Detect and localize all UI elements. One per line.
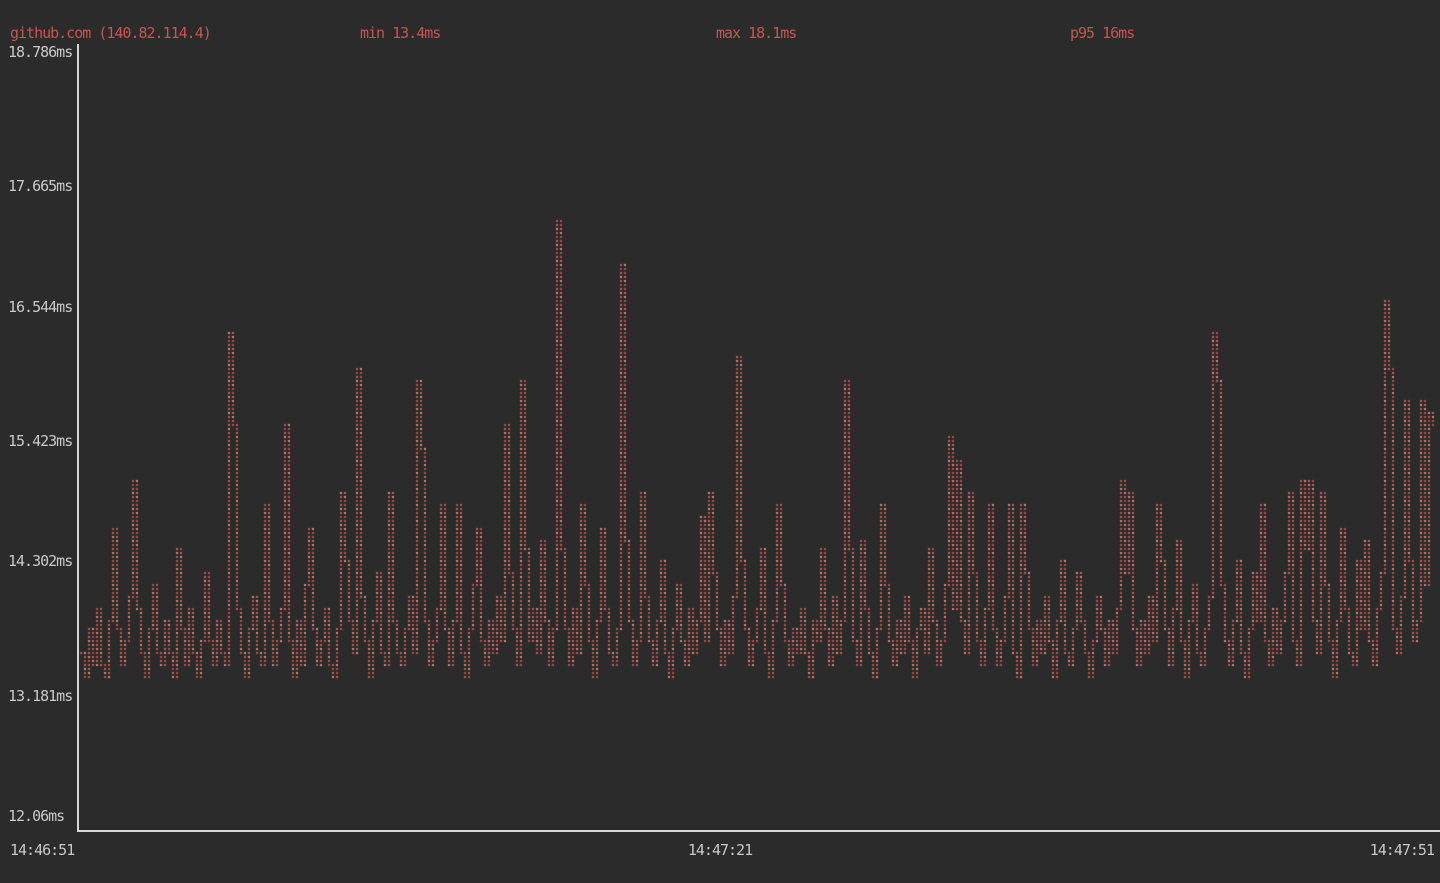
y-axis-tick-label: 17.665ms xyxy=(8,178,72,194)
latency-chart-canvas xyxy=(0,0,1440,883)
y-axis-tick-label: 14.302ms xyxy=(8,553,72,569)
stat-p95-label: p95 16ms xyxy=(1070,25,1134,41)
stat-max-label: max 18.1ms xyxy=(716,25,796,41)
y-axis-tick-label: 12.06ms xyxy=(8,808,64,824)
y-axis-tick-label: 18.786ms xyxy=(8,44,72,60)
y-axis-tick-label: 16.544ms xyxy=(8,299,72,315)
stat-min-label: min 13.4ms xyxy=(360,25,440,41)
x-axis-tick-label: 14:46:51 xyxy=(10,842,74,858)
y-axis-line xyxy=(77,44,79,832)
y-axis-tick-label: 15.423ms xyxy=(8,433,72,449)
y-axis-tick-label: 13.181ms xyxy=(8,688,72,704)
target-host-label: github.com (140.82.114.4) xyxy=(10,25,211,41)
x-axis-tick-label: 14:47:51 xyxy=(1370,842,1434,858)
x-axis-line xyxy=(77,830,1440,832)
gping-terminal: github.com (140.82.114.4) min 13.4ms max… xyxy=(0,0,1440,883)
x-axis-tick-label: 14:47:21 xyxy=(688,842,752,858)
